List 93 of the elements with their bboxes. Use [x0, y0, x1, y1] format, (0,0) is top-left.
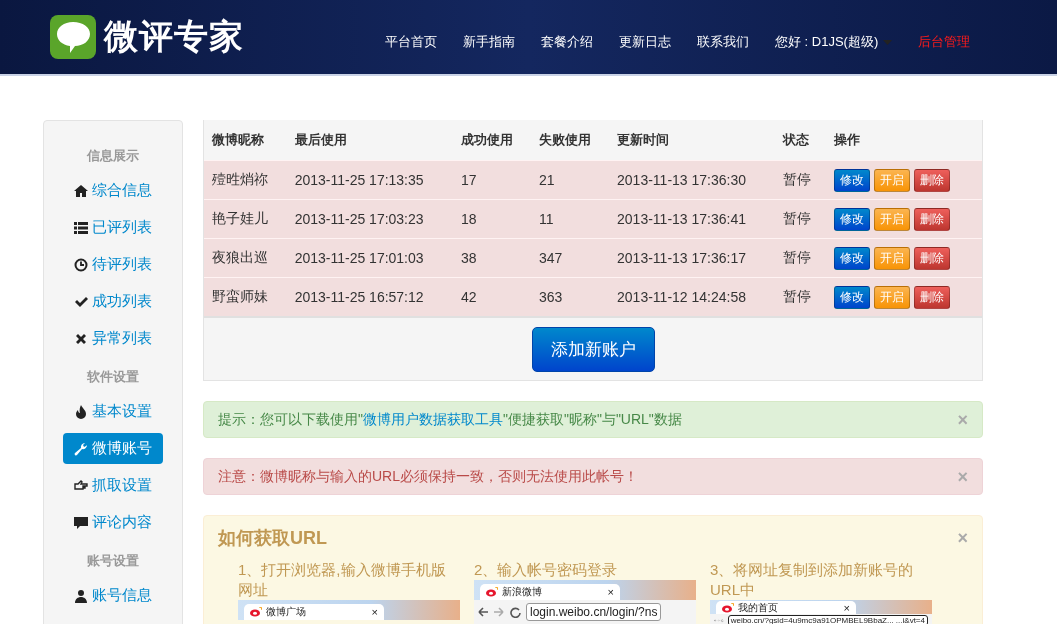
table-cell: 42	[453, 277, 531, 316]
column-header: 微博昵称	[204, 120, 287, 161]
table-cell: 21	[531, 160, 610, 200]
hand-icon	[74, 478, 88, 493]
table-cell: 夜狼出巡	[204, 238, 287, 278]
action-button[interactable]: 修改	[833, 285, 870, 309]
user-icon	[74, 588, 88, 603]
nav-link[interactable]: 后台管理	[905, 33, 984, 51]
sidebar-item[interactable]: 基本设置	[63, 396, 163, 427]
table-cell: 18	[453, 199, 531, 239]
add-account-button[interactable]: 添加新账户	[531, 326, 655, 372]
tool-link[interactable]: 微博用户数据获取工具	[363, 410, 503, 427]
table-cell: 38	[453, 238, 531, 278]
column-header: 状态	[775, 120, 826, 161]
guide-title: 如何获取URL	[218, 527, 327, 550]
tab-close-button[interactable]: ×	[371, 606, 378, 618]
step-text: 2、输入帐号密码登录	[474, 560, 619, 580]
address-bar: login.weibo.cn/login/?ns	[526, 603, 662, 621]
list-icon	[74, 220, 88, 235]
check-icon	[74, 294, 88, 309]
tab-title: 我的首页	[738, 600, 779, 615]
sidebar-item[interactable]: 账号信息	[63, 580, 163, 611]
weibo-logo-icon	[486, 587, 498, 597]
nav-link[interactable]: 套餐介绍	[528, 33, 606, 51]
clock-icon	[74, 257, 88, 272]
nav-link[interactable]: 您好 : D1JS(超级)	[762, 33, 906, 51]
sidebar-item[interactable]: 综合信息	[63, 175, 163, 206]
column-header: 更新时间	[609, 120, 776, 161]
weibo-logo-icon	[250, 607, 262, 617]
comment-icon	[74, 515, 88, 530]
column-header: 失败使用	[531, 120, 610, 161]
table-cell: 363	[531, 277, 610, 316]
table-cell: 艳子娃儿	[204, 199, 287, 239]
nav-link[interactable]: 更新日志	[606, 33, 684, 51]
action-button[interactable]: 修改	[833, 246, 870, 270]
step-text: 1、打开浏览器,输入微博手机版网址	[238, 560, 447, 600]
sidebar-item[interactable]: 异常列表	[63, 323, 163, 354]
table-cell: 11	[531, 199, 610, 239]
logo-text: 微评专家	[104, 16, 244, 57]
column-header: 最后使用	[286, 120, 453, 161]
table-cell: 暂停	[775, 238, 826, 278]
action-button[interactable]: 删除	[913, 246, 950, 270]
action-button[interactable]: 删除	[913, 285, 950, 309]
speech-bubble-logo-icon	[50, 15, 96, 59]
table-cell: 17	[453, 160, 531, 200]
table-cell: 殪甠焇祢	[204, 160, 287, 200]
home-icon	[74, 183, 88, 198]
column-header: 成功使用	[453, 120, 531, 161]
sidebar-item[interactable]: 成功列表	[63, 286, 163, 317]
tab-close-button[interactable]: ×	[843, 601, 850, 614]
browser-nav-icons	[478, 606, 522, 618]
action-button[interactable]: 修改	[833, 168, 870, 192]
table-cell: 暂停	[775, 277, 826, 316]
table-cell: 347	[531, 238, 610, 278]
table-cell: 2013-11-25 17:13:35	[286, 160, 453, 200]
sidebar-item[interactable]: 已评列表	[63, 212, 163, 243]
table-cell: 2013-11-13 17:36:30	[609, 160, 776, 200]
sidebar-item[interactable]: 评论内容	[63, 507, 163, 538]
table-cell: 2013-11-12 14:24:58	[609, 277, 776, 316]
nav-link[interactable]: 新手指南	[450, 33, 528, 51]
fire-icon	[74, 404, 88, 419]
tab-close-button[interactable]: ×	[607, 586, 614, 598]
table-cell: 2013-11-13 17:36:41	[609, 199, 776, 239]
wrench-icon	[74, 441, 88, 456]
step-text: 3、将网址复制到添加新账号的URL中	[710, 560, 915, 600]
table-cell: 野蛮师妹	[204, 277, 287, 316]
tab-title: 微博广场	[266, 605, 307, 619]
table-cell: 2013-11-25 17:03:23	[286, 199, 453, 239]
browser-nav-icons	[714, 616, 724, 624]
caret-icon	[883, 39, 893, 45]
table-cell: 2013-11-25 17:01:03	[286, 238, 453, 278]
action-button[interactable]: 修改	[833, 207, 870, 231]
address-bar: weibo.cn/?gsid=4u9mc9a91OPMBEL9BbaZ... ...i&vt=4	[727, 614, 928, 624]
sidebar-heading: 信息展示	[87, 147, 139, 165]
sidebar-heading: 账号设置	[87, 552, 139, 570]
action-button[interactable]: 删除	[913, 207, 950, 231]
nav-link[interactable]: 平台首页	[372, 33, 450, 51]
alert-text: 提示：您可以下载使用"微博用户数据获取工具"便捷获取"昵称"与"URL"数据	[218, 410, 682, 429]
table-cell: 2013-11-25 16:57:12	[286, 277, 453, 316]
table-cell: 2013-11-13 17:36:17	[609, 238, 776, 278]
nav-link[interactable]: 联系我们	[684, 33, 762, 51]
sidebar-item[interactable]: 微博账号	[63, 433, 163, 464]
table-cell: 暂停	[775, 160, 826, 200]
table-cell: 暂停	[775, 199, 826, 239]
sidebar-item[interactable]: 抓取设置	[63, 470, 163, 501]
tab-title: 新浪微博	[502, 585, 543, 599]
sidebar-item[interactable]: 待评列表	[63, 249, 163, 280]
alert-text: 注意：微博昵称与输入的URL必须保持一致，否则无法使用此帐号！	[218, 467, 638, 486]
close-button[interactable]: ×	[957, 529, 968, 547]
action-button[interactable]: 删除	[913, 168, 950, 192]
column-header: 操作	[825, 120, 982, 161]
times-icon	[74, 331, 88, 346]
sidebar-heading: 软件设置	[87, 368, 139, 386]
